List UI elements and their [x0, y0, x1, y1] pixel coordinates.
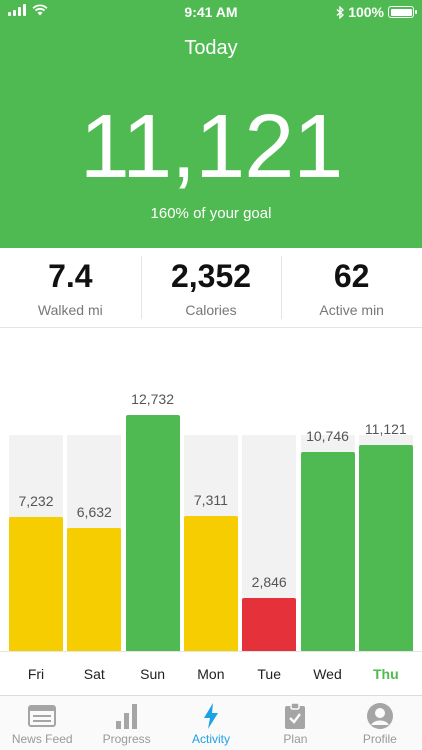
step-count: 11,121: [79, 97, 344, 197]
activity-bolt-icon: [204, 703, 219, 729]
bar-column-fri[interactable]: 7,232: [9, 329, 63, 651]
status-bar: 9:41 AM 100%: [0, 0, 422, 24]
day-label-mon[interactable]: Mon: [184, 666, 238, 682]
tab-activity[interactable]: Activity: [169, 696, 253, 750]
day-label-fri[interactable]: Fri: [9, 666, 63, 682]
weekly-steps-chart: 7,232 6,632 12,732 7,311 2,846 10,746 11,121: [0, 329, 422, 651]
tab-profile[interactable]: Profile: [338, 696, 422, 750]
stat-label: Calories: [185, 302, 237, 318]
bar-value-label: 7,311: [193, 491, 228, 508]
battery-percent: 100%: [348, 4, 384, 20]
bar-column-sun[interactable]: 12,732: [125, 329, 180, 651]
day-label-thu[interactable]: Thu: [359, 666, 413, 682]
bar-value-label: 12,732: [131, 391, 174, 408]
battery-icon: [388, 6, 417, 18]
stat-distance[interactable]: 7.4 Walked mi: [0, 248, 141, 327]
tab-label: Activity: [192, 732, 231, 746]
tab-label: Plan: [283, 732, 308, 746]
bar-sat: [67, 528, 122, 651]
tab-label: News Feed: [11, 732, 73, 746]
page-title: Today: [184, 37, 238, 59]
day-label-tue[interactable]: Tue: [242, 666, 296, 682]
activity-screen: 9:41 AM 100% Today 11,121 160% of your g…: [0, 0, 422, 750]
day-label-sat[interactable]: Sat: [67, 666, 121, 682]
bar-value-label: 6,632: [76, 504, 112, 521]
stats-row: 7.4 Walked mi 2,352 Calories 62 Active m…: [0, 248, 422, 328]
bar-sun: [125, 415, 180, 651]
stat-calories[interactable]: 2,352 Calories: [140, 248, 282, 327]
stat-label: Walked mi: [37, 302, 103, 318]
day-label-sun[interactable]: Sun: [126, 666, 180, 682]
plan-clipboard-icon: [285, 703, 306, 729]
today-header: 9:41 AM 100% Today 11,121 160% of your g…: [0, 0, 422, 248]
bar-column-tue[interactable]: 2,846: [242, 329, 297, 651]
tab-label: Profile: [362, 732, 397, 746]
stat-active-minutes[interactable]: 62 Active min: [281, 248, 422, 327]
bar-column-wed[interactable]: 10,746: [300, 329, 355, 651]
tab-news-feed[interactable]: News Feed: [0, 696, 84, 750]
bar-thu: [358, 444, 413, 651]
bar-wed: [300, 451, 355, 651]
status-right: 100%: [336, 4, 417, 20]
bar-column-sat[interactable]: 6,632: [67, 329, 122, 651]
stat-value: 62: [333, 258, 370, 294]
day-label-wed[interactable]: Wed: [301, 666, 355, 682]
goal-progress-text: 160% of your goal: [150, 205, 272, 222]
stat-label: Active min: [319, 302, 384, 318]
bar-value-label: 11,121: [364, 420, 407, 437]
stat-value: 7.4: [48, 258, 93, 294]
news-feed-icon: [28, 705, 57, 727]
stat-value: 2,352: [170, 258, 252, 294]
bar-value-label: 2,846: [251, 574, 287, 591]
bar-column-mon[interactable]: 7,311: [183, 329, 238, 651]
tab-plan[interactable]: Plan: [253, 696, 337, 750]
tab-progress[interactable]: Progress: [84, 696, 168, 750]
bar-mon: [183, 515, 238, 651]
profile-icon: [366, 703, 393, 729]
progress-icon: [115, 704, 137, 729]
bar-fri: [9, 516, 63, 651]
bluetooth-icon: [336, 5, 345, 19]
tab-bar: News Feed Progress Activity Plan Profile: [0, 695, 422, 750]
bar-column-thu[interactable]: 11,121: [358, 329, 413, 651]
bar-tue: [242, 598, 297, 651]
tab-label: Progress: [102, 732, 151, 746]
day-axis: Fri Sat Sun Mon Tue Wed Thu: [0, 651, 422, 695]
